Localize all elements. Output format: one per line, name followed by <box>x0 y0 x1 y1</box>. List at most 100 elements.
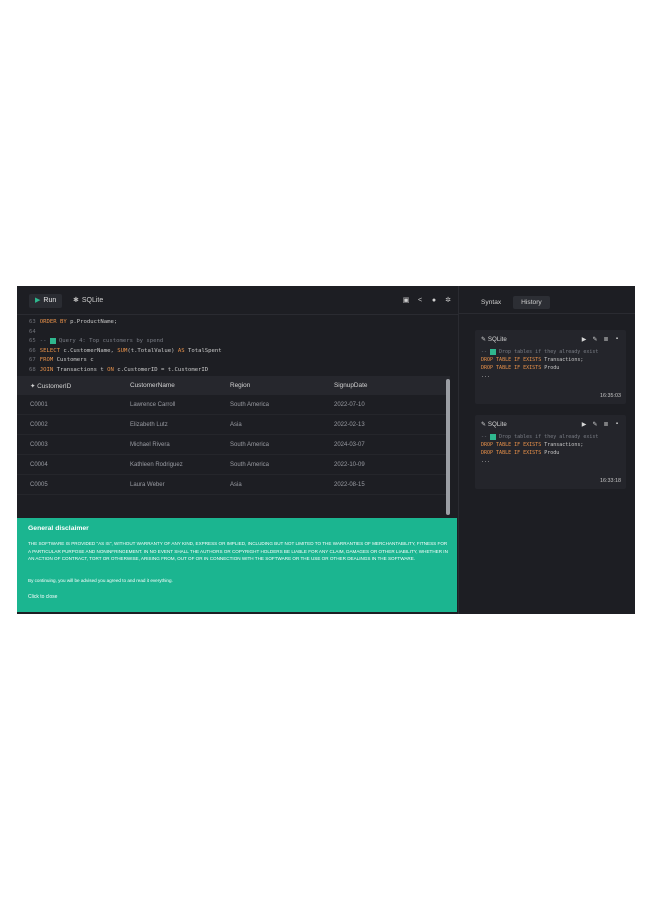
table-cell: 2022-10-09 <box>334 461 365 468</box>
table-cell: Lawrence Carroll <box>130 401 176 408</box>
tab-syntax[interactable]: Syntax <box>473 296 509 309</box>
code-line: ... <box>481 457 598 465</box>
table-cell: Elizabeth Lutz <box>130 421 168 428</box>
table-cell: C0002 <box>30 421 48 428</box>
code-token: Customers c <box>56 357 94 364</box>
code-token: -- <box>481 434 491 440</box>
user-icon[interactable]: ● <box>430 294 438 308</box>
settings-icon[interactable]: ✲ <box>444 294 452 308</box>
table-cell: C0001 <box>30 401 48 408</box>
checkbox-icon <box>490 433 497 440</box>
code-token: -- <box>39 338 50 345</box>
code-token: Drop tables if they already exist <box>499 349 599 355</box>
code-line: 68 JOIN Transactions t ON c.CustomerID = … <box>17 366 458 376</box>
side-tabs: Syntax History <box>473 296 550 309</box>
code-token: DROP TABLE IF EXISTS <box>481 357 545 363</box>
results-scrollbar[interactable] <box>446 379 450 515</box>
history-db-label: ✎ SQLite <box>481 336 507 343</box>
table-header: ✦ CustomerID CustomerName Region SignupDate <box>17 376 450 395</box>
code-line: DROP TABLE IF EXISTS Transactions; <box>481 356 598 364</box>
code-token: Transactions; <box>544 442 584 448</box>
code-line: 64 <box>17 328 458 338</box>
edit-icon[interactable]: ✎ <box>592 336 598 343</box>
code-token: AS <box>177 347 188 354</box>
side-panel: Syntax History ✎ SQLite ▶ ✎ ≣ ▪ -- Drop … <box>459 286 635 614</box>
checkbox-icon <box>490 348 497 355</box>
table-row[interactable]: C0004 Kathleen Rodriguez South America 2022… <box>17 455 450 475</box>
table-cell: 2022-08-15 <box>334 481 365 488</box>
delete-icon[interactable]: ▪ <box>614 421 620 428</box>
history-entry[interactable]: ✎ SQLite ▶ ✎ ≣ ▪ -- Drop tables if they … <box>475 330 626 404</box>
code-token: FROM <box>39 357 57 364</box>
line-number: 66 <box>29 347 36 354</box>
disclaimer-body: THE SOFTWARE IS PROVIDED "AS IS", WITHOU… <box>28 541 448 562</box>
column-header[interactable]: CustomerName <box>117 382 217 389</box>
play-icon[interactable]: ▶ <box>581 421 587 428</box>
list-icon[interactable]: ≣ <box>603 421 609 428</box>
column-header[interactable]: SignupDate <box>317 382 450 389</box>
code-token: ... <box>481 458 491 464</box>
history-actions: ▶ ✎ ≣ ▪ <box>581 421 620 428</box>
edit-icon[interactable]: ✎ <box>592 421 598 428</box>
line-number: 68 <box>29 366 36 373</box>
column-header[interactable]: ✦ CustomerID <box>17 382 117 390</box>
share-icon[interactable]: < <box>416 294 424 308</box>
table-cell: Kathleen Rodriguez <box>130 461 183 468</box>
code-token: TotalSpent <box>187 347 222 354</box>
code-token: Transactions t <box>56 366 108 373</box>
code-token: -- <box>481 349 491 355</box>
code-line: DROP TABLE IF EXISTS Produ <box>481 449 598 457</box>
history-db-label: ✎ SQLite <box>481 421 507 428</box>
code-line: -- Drop tables if they already exist <box>481 433 598 441</box>
disclaimer-banner: General disclaimer THE SOFTWARE IS PROVI… <box>17 518 457 612</box>
tab-history[interactable]: History <box>513 296 550 309</box>
code-token: Produ <box>544 365 560 371</box>
run-button[interactable]: ▶ Run <box>29 294 63 308</box>
sql-editor-app: ▶ Run ✱ SQLite ▣ < ● ✲ 63 ORDER BY p.Produc… <box>17 286 635 614</box>
column-header[interactable]: Region <box>217 382 317 389</box>
checkbox-icon <box>49 337 56 344</box>
table-cell: 2022-07-10 <box>334 401 365 408</box>
history-entry[interactable]: ✎ SQLite ▶ ✎ ≣ ▪ -- Drop tables if they … <box>475 415 626 489</box>
table-row[interactable]: C0001 Lawrence Carroll South America 2022-0… <box>17 395 450 415</box>
edit-icon: ✎ <box>481 336 487 343</box>
code-token: Drop tables if they already exist <box>499 434 599 440</box>
code-token: DROP TABLE IF EXISTS <box>481 442 545 448</box>
code-token: ORDER BY <box>39 319 71 325</box>
code-token: Transactions; <box>544 357 584 363</box>
table-cell: 2024-03-07 <box>334 441 365 448</box>
code-line: 65 -- Query 4: Top customers by spend <box>17 337 458 347</box>
code-line: DROP TABLE IF EXISTS Produ <box>481 364 598 372</box>
toolbar-actions: ▣ < ● ✲ <box>402 294 452 308</box>
delete-icon[interactable]: ▪ <box>614 336 620 343</box>
code-token: Query 4: Top customers by spend <box>58 338 164 345</box>
code-line: 66 SELECT c.CustomerName, SUM(t.TotalValu… <box>17 347 458 357</box>
disclaimer-title: General disclaimer <box>28 525 89 532</box>
disclaimer-close-link[interactable]: Click to close <box>28 594 57 600</box>
play-icon[interactable]: ▶ <box>581 336 587 343</box>
tabs-divider <box>459 313 635 314</box>
code-token: c.CustomerID = t.CustomerID <box>117 366 209 373</box>
table-row[interactable]: C0002 Elizabeth Lutz Asia 2022-02-13 <box>17 415 450 435</box>
results-table: ✦ CustomerID CustomerName Region SignupDate… <box>17 376 450 495</box>
table-row[interactable]: C0005 Laura Weber Asia 2022-08-15 <box>17 475 450 495</box>
code-token: SELECT <box>39 347 64 354</box>
table-row[interactable]: C0003 Michael Rivera South America 2024-03-… <box>17 435 450 455</box>
save-icon[interactable]: ▣ <box>402 294 410 308</box>
database-selector[interactable]: ✱ SQLite <box>73 294 103 308</box>
table-cell: C0005 <box>30 481 48 488</box>
disclaimer-note: By continuing, you will be advised you a… <box>28 578 173 583</box>
code-token: DROP TABLE IF EXISTS <box>481 450 545 456</box>
list-icon[interactable]: ≣ <box>603 336 609 343</box>
history-code: -- Drop tables if they already exist DROP… <box>481 433 598 465</box>
line-number: 65 <box>29 338 36 345</box>
code-line: -- Drop tables if they already exist <box>481 348 598 356</box>
gear-icon: ✱ <box>73 297 79 304</box>
table-cell: Michael Rivera <box>130 441 170 448</box>
table-cell: South America <box>230 401 270 408</box>
editor-toolbar: ▶ Run ✱ SQLite ▣ < ● ✲ <box>17 286 458 315</box>
table-cell: C0003 <box>30 441 48 448</box>
code-editor[interactable]: 63 ORDER BY p.ProductName; 64 65 -- Query 4:… <box>17 318 458 376</box>
line-number: 64 <box>29 328 36 335</box>
code-token: Produ <box>544 450 560 456</box>
